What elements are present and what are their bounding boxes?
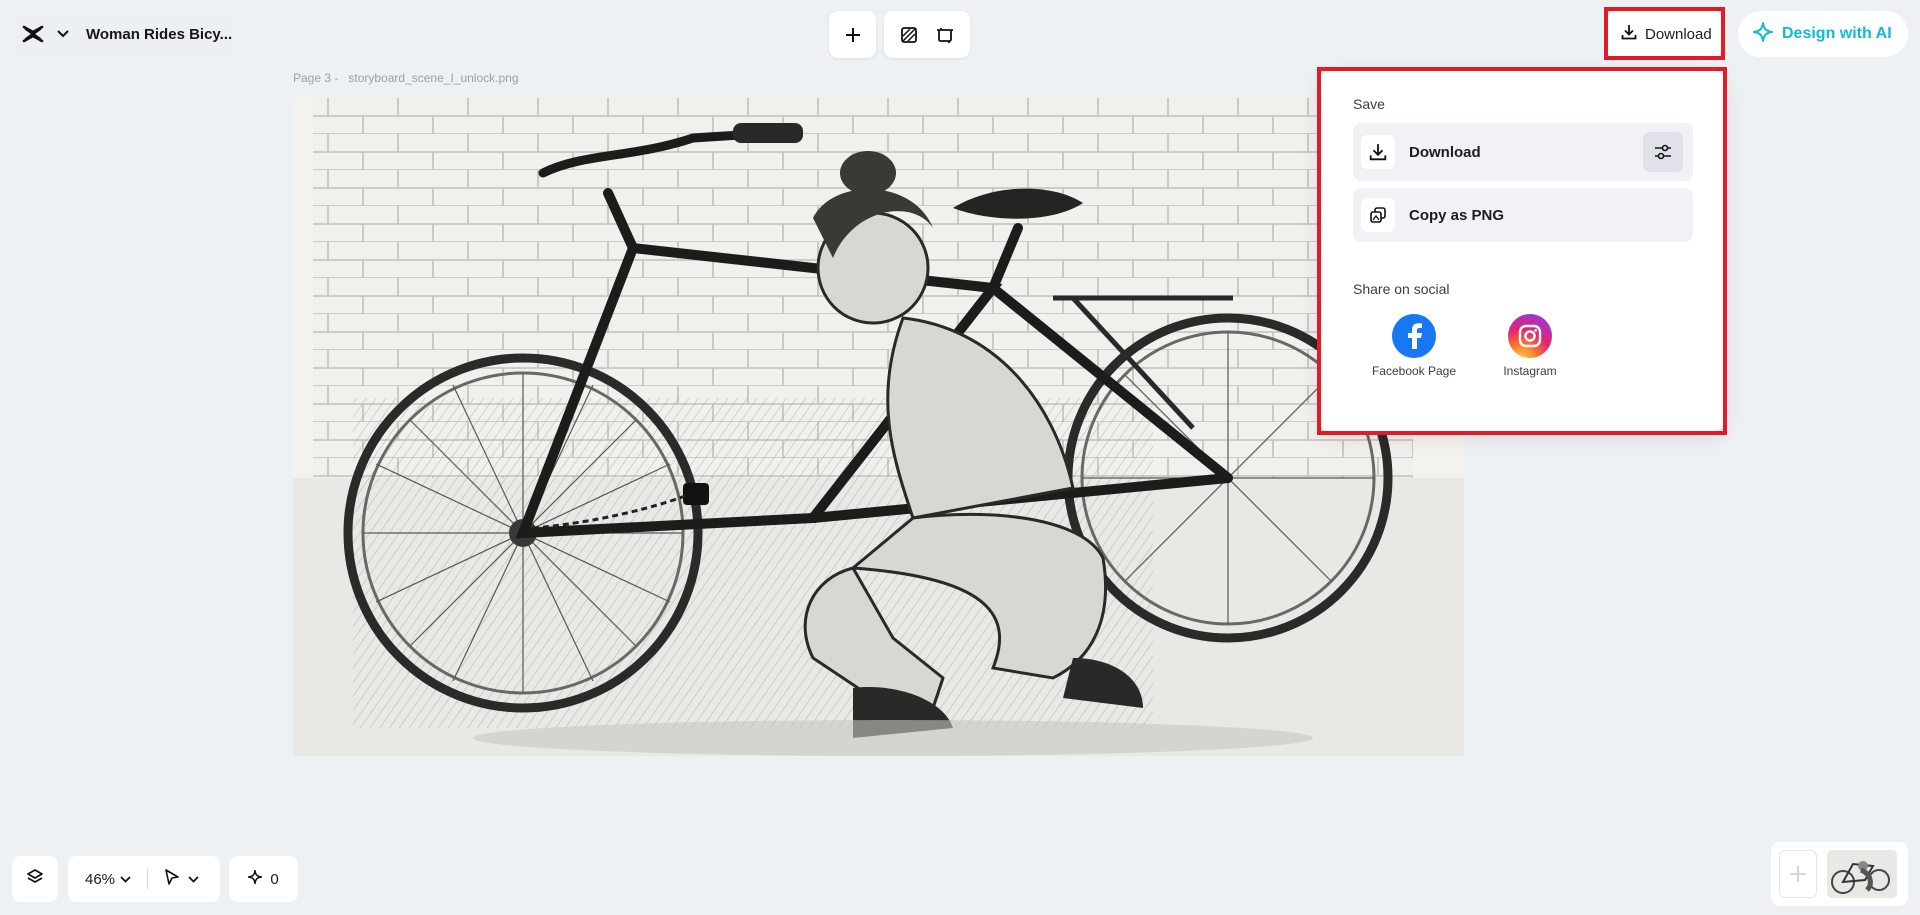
share-section-title: Share on social (1353, 281, 1450, 297)
download-option-label: Download (1409, 143, 1481, 161)
capcut-logo-icon (20, 21, 46, 47)
sketch-illustration (293, 98, 1464, 756)
copy-image-icon (1361, 198, 1395, 232)
tool-group (884, 11, 970, 58)
facebook-label: Facebook Page (1371, 364, 1457, 378)
plus-icon (1790, 866, 1806, 882)
download-label: Download (1645, 25, 1712, 43)
project-title[interactable]: Woman Rides Bicy... (86, 26, 232, 43)
credits-count: 0 (270, 870, 279, 888)
page-file-name[interactable]: storyboard_scene_I_unlock.png (348, 71, 518, 85)
cursor-chevron-down-icon[interactable] (188, 875, 199, 883)
download-settings-icon[interactable] (1643, 132, 1683, 172)
download-icon (1621, 24, 1637, 44)
pages-panel (1771, 842, 1908, 906)
save-section-title: Save (1353, 96, 1385, 112)
chevron-down-icon[interactable] (54, 25, 72, 43)
add-page-button[interactable] (1779, 850, 1817, 898)
zoom-chevron-down-icon[interactable] (120, 875, 131, 883)
share-instagram[interactable]: Instagram (1487, 314, 1573, 378)
ai-sparkle-icon (1752, 21, 1774, 48)
download-panel: Save Download Copy as PNG Share on socia… (1321, 71, 1723, 431)
design-with-ai-button[interactable]: Design with AI (1738, 11, 1908, 57)
zoom-control: 46% (68, 856, 220, 902)
page-number: Page 3 - (293, 71, 339, 85)
divider (147, 869, 149, 889)
instagram-icon (1508, 314, 1552, 358)
zoom-value[interactable]: 46% (85, 871, 115, 888)
canvas-image[interactable] (293, 98, 1464, 756)
download-option[interactable]: Download (1353, 123, 1693, 181)
download-icon (1361, 135, 1395, 169)
plus-icon (842, 24, 864, 46)
facebook-icon (1392, 314, 1436, 358)
background-remove-icon[interactable] (898, 24, 920, 46)
copy-as-png-label: Copy as PNG (1409, 206, 1505, 224)
add-button[interactable] (829, 11, 876, 58)
page-label: Page 3 - storyboard_scene_I_unlock.png (293, 71, 529, 85)
design-with-ai-label: Design with AI (1782, 25, 1892, 42)
pointer-cursor-icon[interactable] (164, 869, 180, 889)
layers-button[interactable] (12, 856, 58, 902)
project-menu[interactable]: Woman Rides Bicy... (12, 11, 234, 57)
download-button[interactable]: Download (1607, 11, 1721, 57)
page-thumbnail[interactable] (1827, 850, 1897, 898)
share-facebook-page[interactable]: Facebook Page (1371, 314, 1457, 378)
resize-icon[interactable] (934, 24, 956, 46)
credits-button[interactable]: 0 (229, 856, 298, 902)
copy-as-png-option[interactable]: Copy as PNG (1353, 188, 1693, 242)
sparkle-icon (248, 869, 263, 888)
instagram-label: Instagram (1503, 364, 1557, 378)
layers-icon (26, 868, 44, 891)
